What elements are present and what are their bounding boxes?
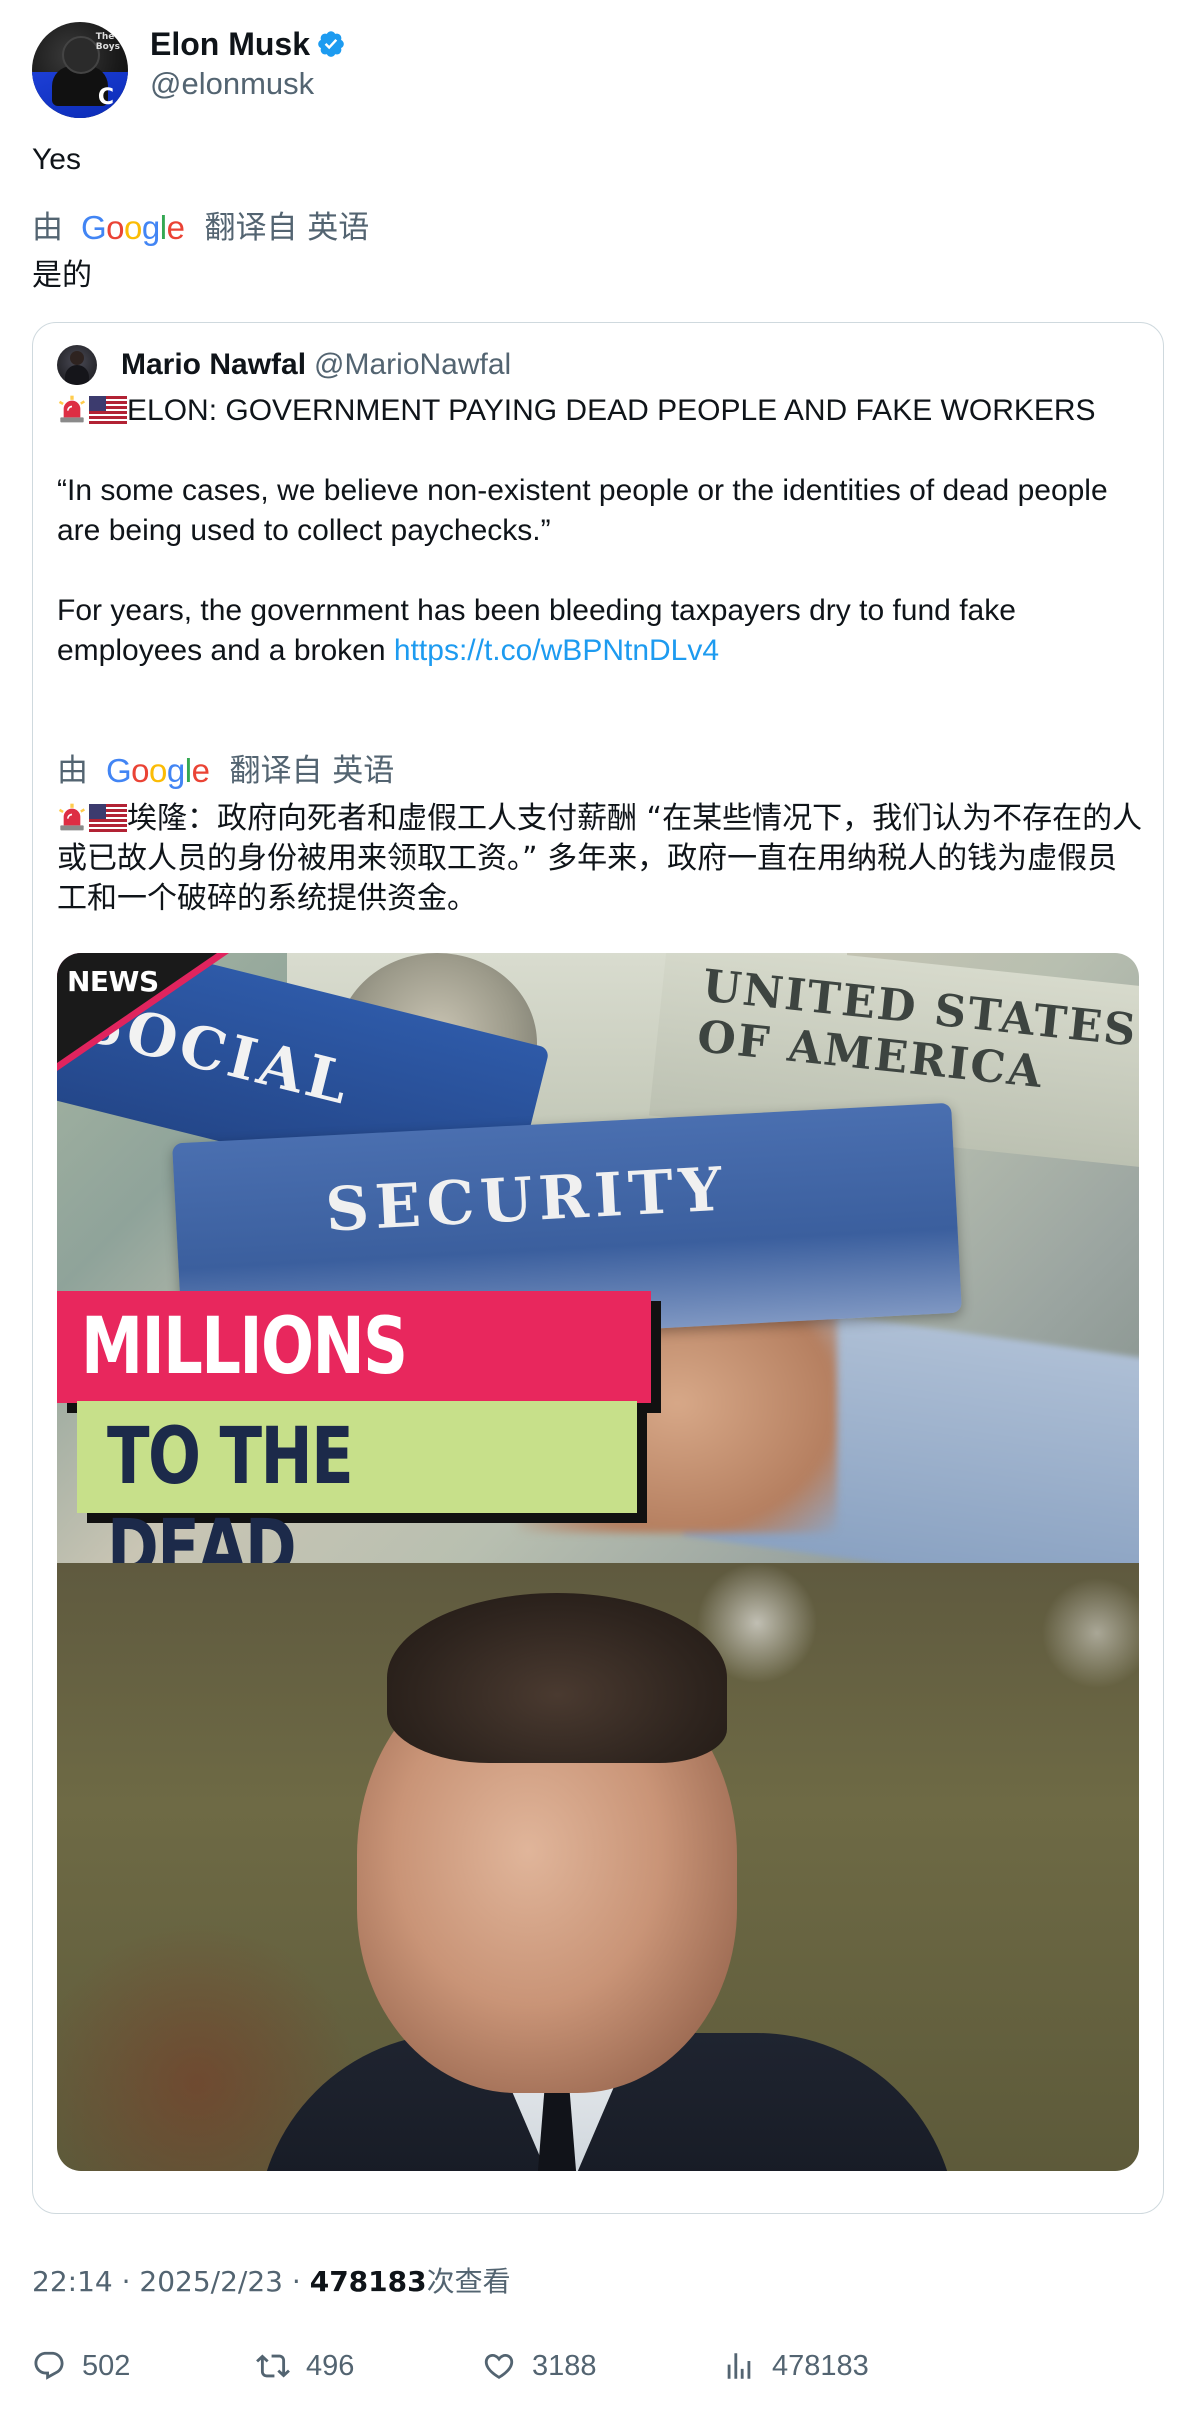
quoted-media-image[interactable]: UNITED STATES OF AMERICA SOCIAL SECURITY… [57,953,1139,2171]
tweet-header: The Boys C Elon Musk @elonmusk [32,22,346,118]
repost-icon [256,2354,290,2378]
google-logo-icon: Google [81,209,185,246]
quoted-avatar-body [65,365,89,385]
like-count: 3188 [532,2350,597,2382]
media-bottom-panel [57,1563,1139,2171]
like-button[interactable]: 3188 [482,2346,597,2386]
quoted-handle[interactable]: @MarioNawfal [314,345,511,385]
quoted-paragraph-1: ELON: GOVERNMENT PAYING DEAD PEOPLE AND … [57,391,1147,431]
quoted-translated-body: 埃隆：政府向死者和虚假工人支付薪酬 “在某些情况下，我们认为不存在的人或已故人员… [57,801,1143,916]
avatar-letter: C [97,85,114,110]
us-flag-emoji-icon [89,804,127,832]
quoted-translation-suffix: 翻译自 英语 [229,753,395,789]
quoted-avatar-head [70,351,84,365]
author-name-block: Elon Musk @elonmusk [150,24,346,104]
tweet-text: Yes [32,143,81,176]
siren-emoji-icon [58,395,85,423]
verified-badge-icon [318,31,344,57]
us-flag-emoji-icon [89,396,127,424]
views-label: 次查看 [426,2265,511,2298]
quoted-translation-prefix: 由 [57,753,88,789]
quoted-link[interactable]: https://t.co/wBPNtnDLv4 [394,634,719,667]
quoted-translation-label[interactable]: 由 Google 翻译自 英语 [57,751,394,791]
avatar-sign: The Boys [95,32,120,52]
author-display-name[interactable]: Elon Musk [150,24,310,64]
tweet-time[interactable]: 22:14 [32,2265,113,2298]
repost-button[interactable]: 496 [256,2346,354,2386]
tweet-date[interactable]: 2025/2/23 [139,2265,283,2298]
views-button[interactable]: 478183 [722,2346,869,2386]
author-name-row: Elon Musk [150,24,346,64]
reply-icon [34,2351,64,2380]
card-text-security: SECURITY [323,1154,730,1246]
portrait-hair [387,1593,727,1763]
avatar-figure-head [62,36,100,74]
action-bar: 502 496 3188 478183 [32,2346,1132,2386]
reply-button[interactable]: 502 [32,2346,130,2386]
translation-label[interactable]: 由 Google 翻译自 英语 [32,208,369,248]
headline-banner-green: TO THE DEAD [77,1401,637,1594]
quoted-paragraph-3: For years, the government has been bleed… [57,591,1147,671]
translated-text: 是的 [32,258,92,293]
repost-count: 496 [306,2350,355,2382]
headline-banner-red: MILLIONS PAID [57,1291,651,1484]
quoted-header: Mario Nawfal @MarioNawfal [57,345,511,385]
translation-suffix: 翻译自 英语 [204,210,370,246]
analytics-bar-chart-icon [727,2353,751,2379]
views-action-count: 478183 [772,2350,869,2382]
media-top-panel: UNITED STATES OF AMERICA SOCIAL SECURITY… [57,953,1139,1609]
google-logo-icon: Google [106,752,210,789]
reply-count: 502 [82,2350,131,2382]
quoted-paragraph-2: “In some cases, we believe non-existent … [57,474,1108,547]
quoted-display-name[interactable]: Mario Nawfal [121,345,306,385]
bill-text: UNITED STATES OF AMERICA [694,960,1139,1099]
quoted-translated-text: 埃隆：政府向死者和虚假工人支付薪酬 “在某些情况下，我们认为不存在的人或已故人员… [57,799,1147,919]
tweet-meta: 22:14 · 2025/2/23 · 478183次查看 [32,2262,511,2302]
translation-prefix: 由 [32,210,63,246]
views-count: 478183 [309,2265,427,2298]
meta-separator: · [291,2265,301,2298]
heart-icon [484,2353,514,2379]
author-avatar[interactable]: The Boys C [32,22,128,118]
quoted-avatar[interactable] [57,345,97,385]
quoted-headline: ELON: GOVERNMENT PAYING DEAD PEOPLE AND … [127,394,1096,427]
siren-emoji-icon [58,803,85,831]
quoted-text: ELON: GOVERNMENT PAYING DEAD PEOPLE AND … [57,391,1147,671]
meta-separator: · [121,2265,131,2298]
tweet-page: The Boys C Elon Musk @elonmusk Yes 由 Goog… [0,0,1196,2416]
author-handle[interactable]: @elonmusk [150,64,346,104]
quoted-tweet[interactable]: Mario Nawfal @MarioNawfal ELON: GOVERNME… [32,322,1164,2214]
news-label: NEWS [67,965,159,998]
